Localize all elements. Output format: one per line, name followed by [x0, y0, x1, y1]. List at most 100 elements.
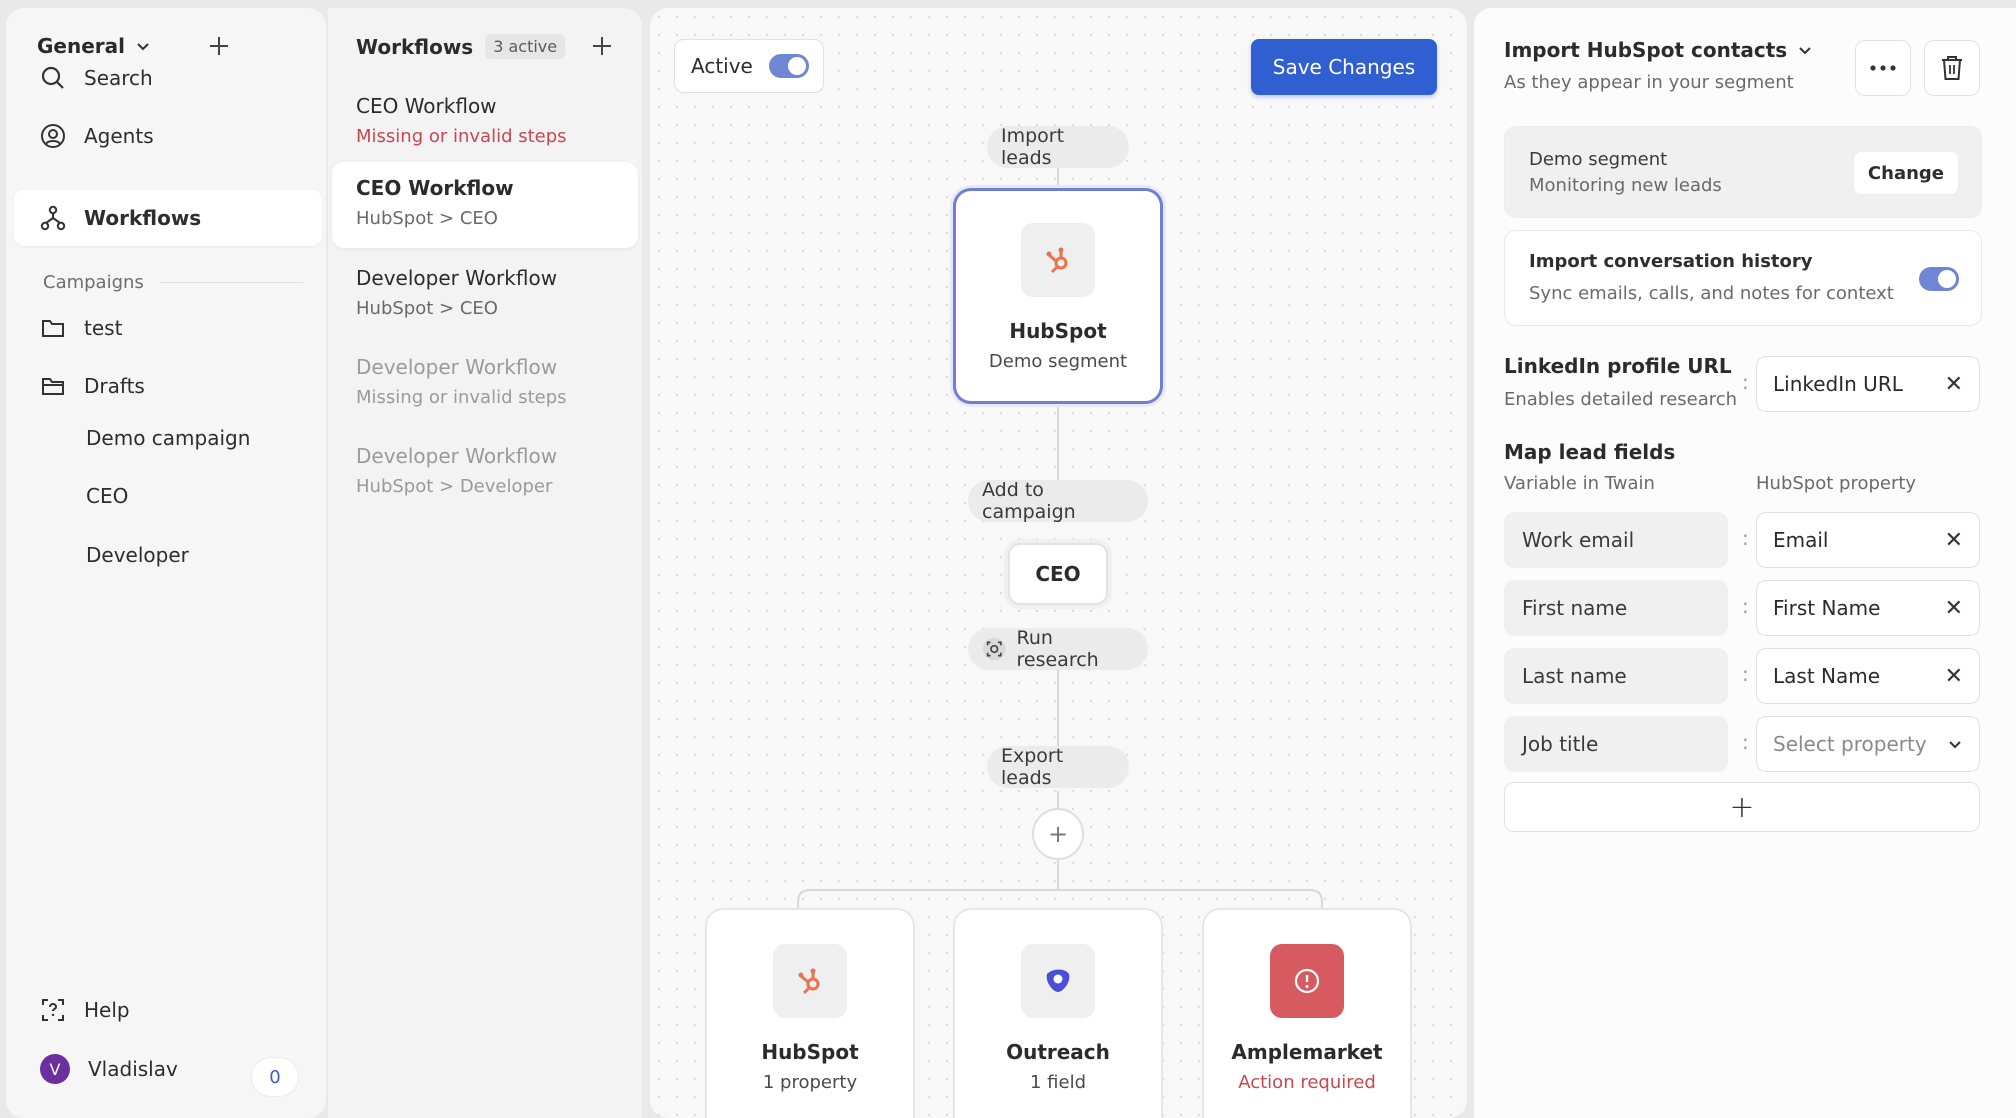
- selected-value: Email: [1773, 528, 1829, 552]
- campaign-node-ceo[interactable]: CEO: [1008, 543, 1108, 605]
- save-changes-button[interactable]: Save Changes: [1251, 39, 1437, 95]
- workflow-canvas[interactable]: Active Save Changes Import leads HubSpot…: [650, 8, 1467, 1118]
- workflow-title: CEO Workflow: [356, 94, 497, 118]
- workflow-title: CEO Workflow: [356, 176, 514, 200]
- step-subtitle: As they appear in your segment: [1504, 72, 1794, 93]
- help-label: Help: [84, 998, 130, 1022]
- draft-item-ceo[interactable]: CEO: [86, 484, 128, 508]
- workflow-status: Missing or invalid steps: [356, 387, 567, 408]
- workflow-path: HubSpot > CEO: [356, 298, 498, 319]
- workflow-list-item[interactable]: CEO Workflow Missing or invalid steps: [332, 80, 638, 166]
- workflow-status: Missing or invalid steps: [356, 126, 567, 147]
- workflow-list-item-selected[interactable]: CEO Workflow HubSpot > CEO: [332, 162, 638, 248]
- more-options-button[interactable]: [1855, 40, 1911, 96]
- workflow-list-item[interactable]: Developer Workflow HubSpot > CEO: [332, 252, 638, 338]
- trash-icon: [1942, 56, 1962, 80]
- linkedin-url-select[interactable]: LinkedIn URL ✕: [1756, 356, 1980, 412]
- delete-step-button[interactable]: [1924, 40, 1980, 96]
- add-field-mapping-button[interactable]: +: [1504, 782, 1980, 832]
- workflow-path: HubSpot > CEO: [356, 208, 498, 229]
- folder-open-icon: [42, 378, 64, 395]
- property-select[interactable]: Email ✕: [1756, 512, 1980, 568]
- notification-count-badge[interactable]: 0: [252, 1058, 298, 1096]
- nav-item-label: Workflows: [84, 206, 202, 230]
- workflow-list-panel: Workflows 3 active CEO Workflow Missing …: [328, 8, 642, 1118]
- hubspot-source-node[interactable]: HubSpot Demo segment: [953, 188, 1163, 404]
- variable-column-header: Variable in Twain: [1504, 473, 1655, 494]
- workflow-title: Developer Workflow: [356, 355, 558, 379]
- active-label: Active: [691, 54, 753, 78]
- field-separator: :: [1742, 526, 1749, 550]
- add-workflow-button[interactable]: [585, 29, 619, 63]
- hubspot-icon: [773, 944, 847, 1018]
- workflows-icon: [40, 205, 66, 231]
- search-icon: [41, 66, 64, 89]
- import-leads-label: Import leads: [987, 125, 1129, 169]
- draft-item-demo-campaign[interactable]: Demo campaign: [86, 426, 250, 450]
- workflow-title: Developer Workflow: [356, 444, 558, 468]
- campaign-label: test: [84, 316, 123, 340]
- help-icon: [42, 999, 64, 1021]
- property-select[interactable]: Select property: [1756, 716, 1980, 772]
- campaign-label: Drafts: [84, 374, 145, 398]
- segment-status: Monitoring new leads: [1529, 175, 1722, 196]
- workflow-title: Developer Workflow: [356, 266, 558, 290]
- clear-icon[interactable]: ✕: [1945, 664, 1963, 689]
- active-count-badge: 3 active: [485, 34, 566, 59]
- nav-item-help[interactable]: Help: [14, 982, 322, 1038]
- segment-card: Demo segment Monitoring new leads Change: [1504, 126, 1982, 218]
- active-toggle-switch[interactable]: [768, 54, 809, 78]
- workflows-header: Workflows 3 active: [356, 34, 566, 59]
- node-title: HubSpot: [761, 1040, 859, 1064]
- run-research-label: Run research: [1016, 627, 1099, 671]
- nav-item-agents[interactable]: Agents: [14, 108, 322, 164]
- alert-icon: [1270, 944, 1344, 1018]
- property-column-header: HubSpot property: [1756, 473, 1917, 494]
- variable-field: First name: [1504, 580, 1728, 636]
- nav-item-search[interactable]: Search: [14, 50, 322, 106]
- node-title: Amplemarket: [1231, 1040, 1383, 1064]
- import-history-toggle[interactable]: [1919, 267, 1959, 291]
- more-horizontal-icon: [1870, 65, 1896, 71]
- workflow-list-item[interactable]: Developer Workflow HubSpot > Developer: [332, 430, 638, 516]
- variable-field: Job title: [1504, 716, 1728, 772]
- node-title: Outreach: [1006, 1040, 1110, 1064]
- clear-icon[interactable]: ✕: [1945, 528, 1963, 553]
- node-status-error: Action required: [1238, 1072, 1376, 1093]
- select-placeholder: Select property: [1773, 732, 1927, 756]
- nav-item-workflows[interactable]: Workflows: [14, 190, 322, 246]
- campaign-item-drafts[interactable]: Drafts: [14, 358, 322, 414]
- selected-value: First Name: [1773, 596, 1881, 620]
- segment-name: Demo segment: [1529, 149, 1668, 170]
- import-history-title: Import conversation history: [1529, 251, 1813, 272]
- variable-field: Last name: [1504, 648, 1728, 704]
- field-separator: :: [1742, 594, 1749, 618]
- change-segment-button[interactable]: Change: [1852, 151, 1959, 195]
- campaigns-section-label: Campaigns: [43, 272, 303, 293]
- step-title: Import HubSpot contacts: [1504, 38, 1788, 62]
- research-icon: [982, 637, 1006, 661]
- linkedin-field-label: LinkedIn profile URL: [1504, 354, 1732, 378]
- chevron-down-icon: [1799, 47, 1811, 55]
- selected-value: LinkedIn URL: [1773, 372, 1903, 396]
- connector-line: [1057, 791, 1059, 809]
- draft-item-developer[interactable]: Developer: [86, 543, 189, 567]
- node-subtitle: Demo segment: [988, 351, 1128, 372]
- outreach-icon: [1021, 944, 1095, 1018]
- step-properties-panel: Import HubSpot contacts As they appear i…: [1474, 8, 2016, 1118]
- workflow-list-item[interactable]: Developer Workflow Missing or invalid st…: [332, 341, 638, 427]
- clear-icon[interactable]: ✕: [1945, 372, 1963, 397]
- user-name: Vladislav: [88, 1057, 178, 1081]
- export-node-hubspot[interactable]: HubSpot 1 property: [705, 908, 915, 1118]
- property-select[interactable]: Last Name ✕: [1756, 648, 1980, 704]
- clear-icon[interactable]: ✕: [1945, 596, 1963, 621]
- property-select[interactable]: First Name ✕: [1756, 580, 1980, 636]
- run-research-step[interactable]: Run research: [968, 627, 1148, 671]
- add-step-button[interactable]: +: [1032, 808, 1084, 860]
- campaign-item-test[interactable]: test: [14, 300, 322, 356]
- active-toggle-control[interactable]: Active: [674, 39, 824, 93]
- export-node-amplemarket[interactable]: Amplemarket Action required: [1202, 908, 1412, 1118]
- node-title: HubSpot: [1009, 319, 1107, 343]
- step-title-dropdown[interactable]: Import HubSpot contacts: [1504, 38, 1813, 62]
- export-node-outreach[interactable]: Outreach 1 field: [953, 908, 1163, 1118]
